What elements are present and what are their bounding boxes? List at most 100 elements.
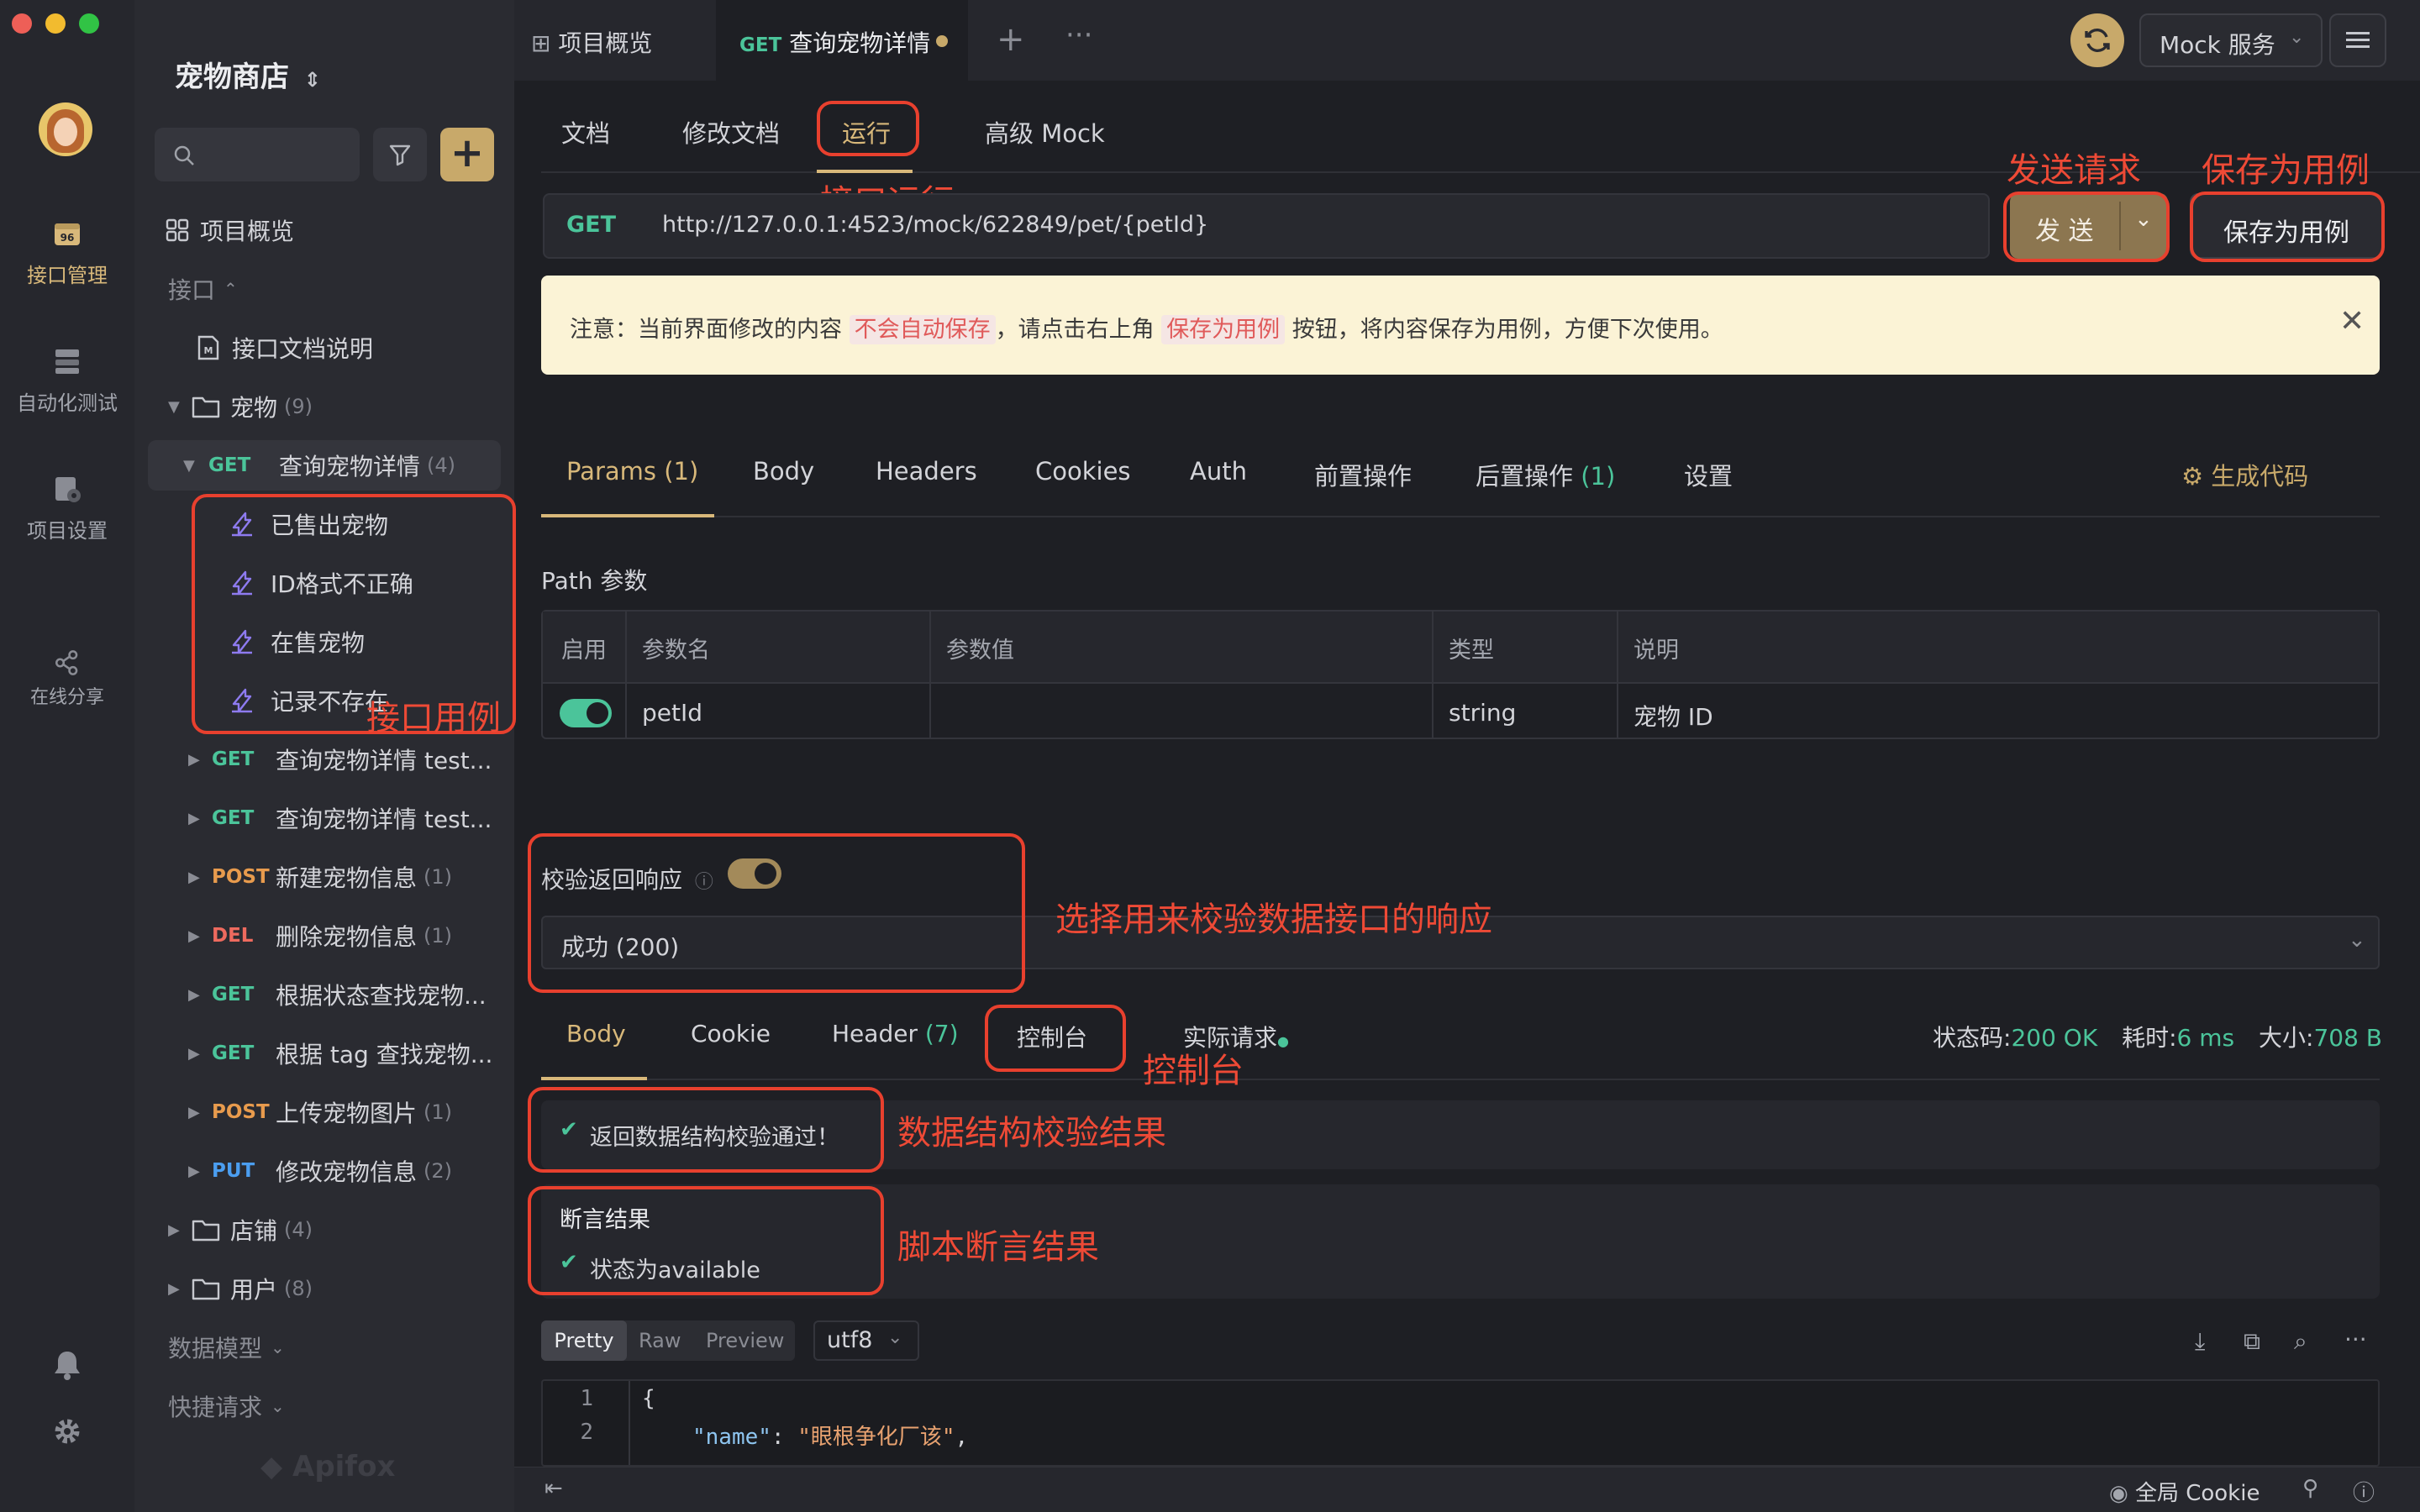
rail-label: 在线分享 <box>29 687 104 708</box>
rail-label: 项目设置 <box>27 519 108 543</box>
zoom-window-button[interactable] <box>79 13 99 34</box>
column-header: 类型 <box>1449 638 1494 664</box>
sidebar-section-quick-request[interactable]: 快捷请求 ⌄ <box>168 1381 548 1431</box>
endpoint-count: (2) <box>424 1159 453 1183</box>
folder-count: (8) <box>284 1277 313 1300</box>
param-enabled-toggle[interactable] <box>560 699 612 727</box>
sync-button[interactable] <box>2070 13 2124 67</box>
subtab-doc[interactable]: 文档 <box>561 114 610 150</box>
tab-cookies[interactable]: Cookies <box>1035 457 1131 486</box>
endpoint-row[interactable]: ▶ DEL 删除宠物信息 (1) <box>188 911 568 961</box>
response-tabs: Body Cookie Header (7) 控制台 实际请求● 状态码:200… <box>541 1020 2382 1079</box>
tab-response-body[interactable]: Body <box>566 1020 626 1047</box>
sidebar-section-interfaces[interactable]: 接口 ⌃ <box>168 264 548 314</box>
tab-body[interactable]: Body <box>753 457 814 486</box>
sidebar-item-overview[interactable]: 项目概览 <box>165 205 544 255</box>
shirt-icon[interactable]: ⚲ <box>2302 1476 2318 1501</box>
folder-users[interactable]: ▶ 用户 (8) <box>168 1263 548 1314</box>
mode-preview[interactable]: Preview <box>706 1320 784 1361</box>
endpoint-selected[interactable]: ▼ GET 查询宠物详情 (4) <box>148 440 501 491</box>
mock-service-label: Mock 服务 <box>2160 31 2275 59</box>
annotation-box-schema <box>528 1087 884 1173</box>
method-badge: DEL <box>212 925 254 947</box>
more-tabs-button[interactable]: ··· <box>1065 18 1092 52</box>
tab-pet-detail[interactable]: GET 查询宠物详情 <box>716 0 968 81</box>
markdown-doc-icon: M <box>197 335 219 360</box>
mode-pretty[interactable]: Pretty <box>541 1320 627 1361</box>
endpoint-row[interactable]: ▶ GET 根据状态查找宠物... <box>188 969 568 1020</box>
endpoint-name: 删除宠物信息 <box>276 923 418 951</box>
tab-pre-ops[interactable]: 前置操作 <box>1314 457 1412 492</box>
share-icon <box>55 650 78 675</box>
endpoint-row[interactable]: ▶ GET 查询宠物详情 test... <box>188 793 568 843</box>
caret-right-icon: ▶ <box>188 868 200 886</box>
method-badge: GET <box>212 984 255 1005</box>
mode-raw[interactable]: Raw <box>639 1320 681 1361</box>
minimize-window-button[interactable] <box>45 13 66 34</box>
endpoint-name: 根据 tag 查找宠物... <box>276 1041 493 1068</box>
rail-item-automation-test[interactable]: 自动化测试 <box>0 344 134 416</box>
rail-item-api-management[interactable]: 96 接口管理 <box>0 217 134 288</box>
sidebar-section-data-model[interactable]: 数据模型 ⌄ <box>168 1322 548 1373</box>
endpoint-row[interactable]: ▶ GET 查询宠物详情 test... <box>188 734 568 785</box>
caret-right-icon: ▶ <box>188 1103 200 1121</box>
size-value: 708 B <box>2313 1024 2383 1052</box>
annotation-save: 保存为用例 <box>2202 151 2370 190</box>
sidebar-item-label: 接口文档说明 <box>232 335 374 363</box>
generate-code-button[interactable]: ⚙ 生成代码 <box>2181 457 2308 492</box>
endpoint-row[interactable]: ▶ POST 上传宠物图片 (1) <box>188 1087 568 1137</box>
endpoint-row[interactable]: ▶ POST 新建宠物信息 (1) <box>188 852 568 902</box>
tab-headers[interactable]: Headers <box>876 457 977 486</box>
filter-button[interactable] <box>373 128 427 181</box>
menu-button[interactable] <box>2329 13 2386 67</box>
response-code-viewer[interactable]: 1 2 { "name": "眼根争化厂该", <box>541 1379 2380 1467</box>
tab-post-ops[interactable]: 后置操作 (1) <box>1476 457 1615 492</box>
global-cookie-button[interactable]: ◉ 全局 Cookie <box>2109 1476 2260 1507</box>
tab-settings[interactable]: 设置 <box>1684 457 1733 492</box>
chevron-down-icon: ⌄ <box>2289 27 2305 48</box>
download-icon[interactable]: ⤓ <box>2195 1327 2205 1356</box>
more-icon[interactable]: ··· <box>2344 1326 2367 1353</box>
method-badge: POST <box>212 1101 270 1123</box>
notice-highlight: 不会自动保存 <box>849 315 996 344</box>
view-mode-segmented: Pretty Raw Preview <box>541 1320 795 1361</box>
tab-auth[interactable]: Auth <box>1190 457 1247 486</box>
mock-service-select[interactable]: Mock 服务 ⌄ <box>2139 13 2323 67</box>
url-input[interactable]: http://127.0.0.1:4523/mock/622849/pet/{p… <box>662 212 1208 238</box>
tab-label: 查询宠物详情 <box>789 29 931 57</box>
add-button[interactable]: + <box>440 128 494 181</box>
copy-icon[interactable]: ⧉ <box>2244 1327 2260 1356</box>
rail-item-share[interactable]: 在线分享 <box>0 648 134 709</box>
tab-response-header[interactable]: Header (7) <box>832 1020 959 1047</box>
endpoint-row[interactable]: ▶ GET 根据 tag 查找宠物... <box>188 1028 568 1079</box>
annotation-assert: 脚本断言结果 <box>897 1228 1099 1267</box>
endpoint-row[interactable]: ▶ PUT 修改宠物信息 (2) <box>188 1146 568 1196</box>
folder-shops[interactable]: ▶ 店铺 (4) <box>168 1205 548 1255</box>
subtab-edit-doc[interactable]: 修改文档 <box>682 114 780 150</box>
encoding-select[interactable]: utf8 ⌄ <box>813 1320 919 1361</box>
endpoint-name: 查询宠物详情 test... <box>276 747 492 774</box>
folder-name: 宠物 <box>230 394 278 422</box>
search-input[interactable] <box>155 128 360 181</box>
help-icon[interactable]: ⓘ <box>2353 1476 2375 1507</box>
close-window-button[interactable] <box>12 13 32 34</box>
tab-response-cookie[interactable]: Cookie <box>691 1020 771 1047</box>
rail-item-project-settings[interactable]: 项目设置 <box>0 472 134 543</box>
new-tab-button[interactable]: + <box>997 20 1025 59</box>
request-method-select[interactable]: GET <box>566 212 616 238</box>
search-icon[interactable]: ⌕ <box>2294 1327 2307 1356</box>
tab-overview[interactable]: ⊞ 项目概览 <box>531 25 652 59</box>
folder-pets[interactable]: ▼ 宠物 (9) <box>168 381 548 432</box>
caret-down-icon: ▼ <box>168 397 180 416</box>
close-icon[interactable]: ✕ <box>2339 304 2365 339</box>
avatar[interactable] <box>39 102 92 156</box>
gear-icon[interactable] <box>52 1416 82 1446</box>
response-meta: 状态码:200 OK 耗时:6 ms 大小:708 B <box>1933 1020 2382 1053</box>
project-switcher[interactable]: 宠物商店 ⇕ <box>175 54 321 95</box>
toggle-sidebar-icon[interactable]: ⇤ <box>544 1476 563 1501</box>
caret-right-icon: ▶ <box>188 927 200 945</box>
subtab-advanced-mock[interactable]: 高级 Mock <box>985 114 1105 150</box>
bell-icon[interactable] <box>52 1349 82 1381</box>
column-header: 参数值 <box>946 638 1014 664</box>
tab-params[interactable]: Params (1) <box>566 457 698 486</box>
